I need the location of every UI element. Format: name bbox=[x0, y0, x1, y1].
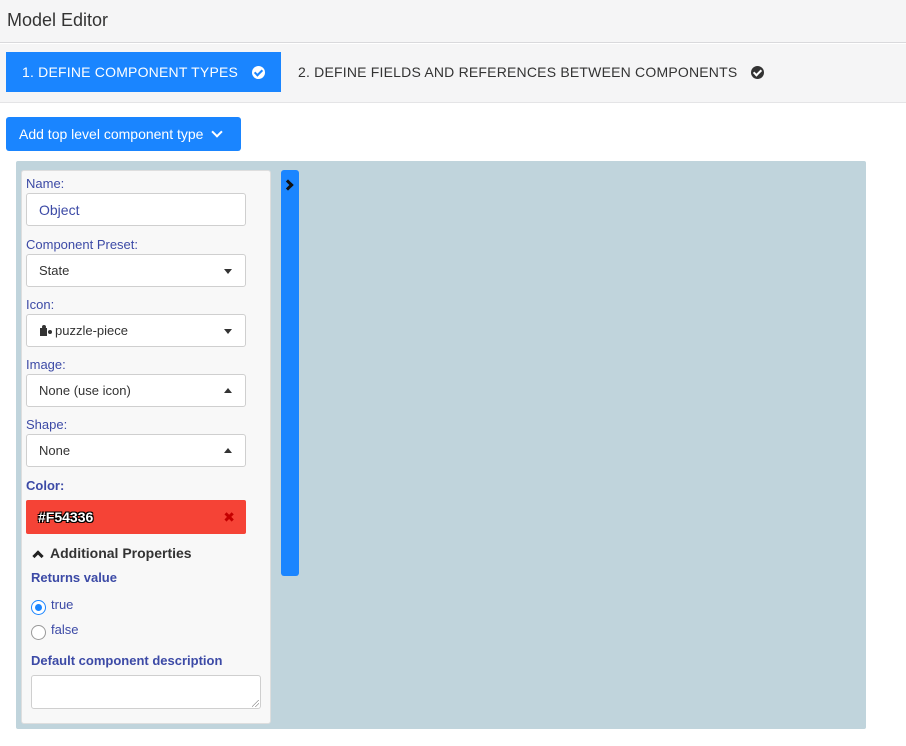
shape-label: Shape: bbox=[26, 417, 68, 432]
step-define-component-types[interactable]: 1. DEFINE COMPONENT TYPES bbox=[6, 52, 281, 92]
additional-properties-label: Additional Properties bbox=[50, 545, 192, 561]
icon-value: puzzle-piece bbox=[55, 323, 128, 338]
collapse-panel-toggle[interactable] bbox=[281, 170, 299, 576]
returns-true-label: true bbox=[51, 597, 74, 612]
check-circle-icon bbox=[252, 65, 266, 79]
returns-true-radio[interactable] bbox=[31, 600, 46, 615]
icon-label: Icon: bbox=[26, 297, 55, 312]
step-label: 1. DEFINE COMPONENT TYPES bbox=[22, 64, 239, 80]
name-value: Object bbox=[39, 201, 80, 218]
component-preset-select[interactable]: State bbox=[26, 254, 246, 287]
color-label: Color: bbox=[26, 478, 65, 493]
default-description-label: Default component description bbox=[31, 653, 223, 668]
title-bar: Model Editor bbox=[0, 0, 906, 43]
chevron-down-icon bbox=[211, 126, 224, 138]
caret-down-icon bbox=[224, 269, 232, 274]
steps-bar: 1. DEFINE COMPONENT TYPES 2. DEFINE FIEL… bbox=[0, 44, 906, 103]
shape-select[interactable]: None bbox=[26, 434, 246, 467]
puzzle-piece-icon bbox=[39, 324, 51, 337]
name-input[interactable]: Object bbox=[26, 193, 246, 226]
caret-down-icon bbox=[224, 329, 232, 334]
caret-up-icon bbox=[224, 388, 232, 393]
returns-false-radio[interactable] bbox=[31, 625, 46, 640]
image-value: None (use icon) bbox=[39, 383, 131, 398]
resize-grip-icon[interactable] bbox=[252, 700, 259, 707]
preset-value: State bbox=[39, 263, 70, 278]
color-picker[interactable]: #F54336 ✖ bbox=[26, 500, 246, 534]
additional-properties-toggle[interactable]: Additional Properties bbox=[31, 545, 192, 562]
add-top-level-component-type-button[interactable]: Add top level component type bbox=[6, 117, 241, 151]
step-label: 2. DEFINE FIELDS AND REFERENCES BETWEEN … bbox=[298, 64, 738, 80]
component-preset-label: Component Preset: bbox=[26, 237, 139, 252]
returns-false-label: false bbox=[51, 622, 79, 637]
step-define-fields-references[interactable]: 2. DEFINE FIELDS AND REFERENCES BETWEEN … bbox=[281, 52, 765, 92]
name-label: Name: bbox=[26, 176, 65, 191]
caret-up-icon bbox=[224, 448, 232, 453]
shape-value: None bbox=[39, 443, 71, 458]
check-circle-icon bbox=[751, 65, 765, 79]
add-button-label: Add top level component type bbox=[19, 126, 204, 142]
image-label: Image: bbox=[26, 357, 66, 372]
clear-color-icon[interactable]: ✖ bbox=[223, 509, 235, 526]
app-title: Model Editor bbox=[7, 10, 109, 30]
icon-select[interactable]: puzzle-piece bbox=[26, 314, 246, 347]
default-description-textarea[interactable] bbox=[31, 675, 261, 709]
image-select[interactable]: None (use icon) bbox=[26, 374, 246, 407]
color-value: #F54336 bbox=[38, 509, 94, 525]
chevron-right-icon bbox=[282, 179, 294, 191]
chevron-up-icon bbox=[32, 549, 44, 562]
returns-value-label: Returns value bbox=[31, 570, 117, 585]
